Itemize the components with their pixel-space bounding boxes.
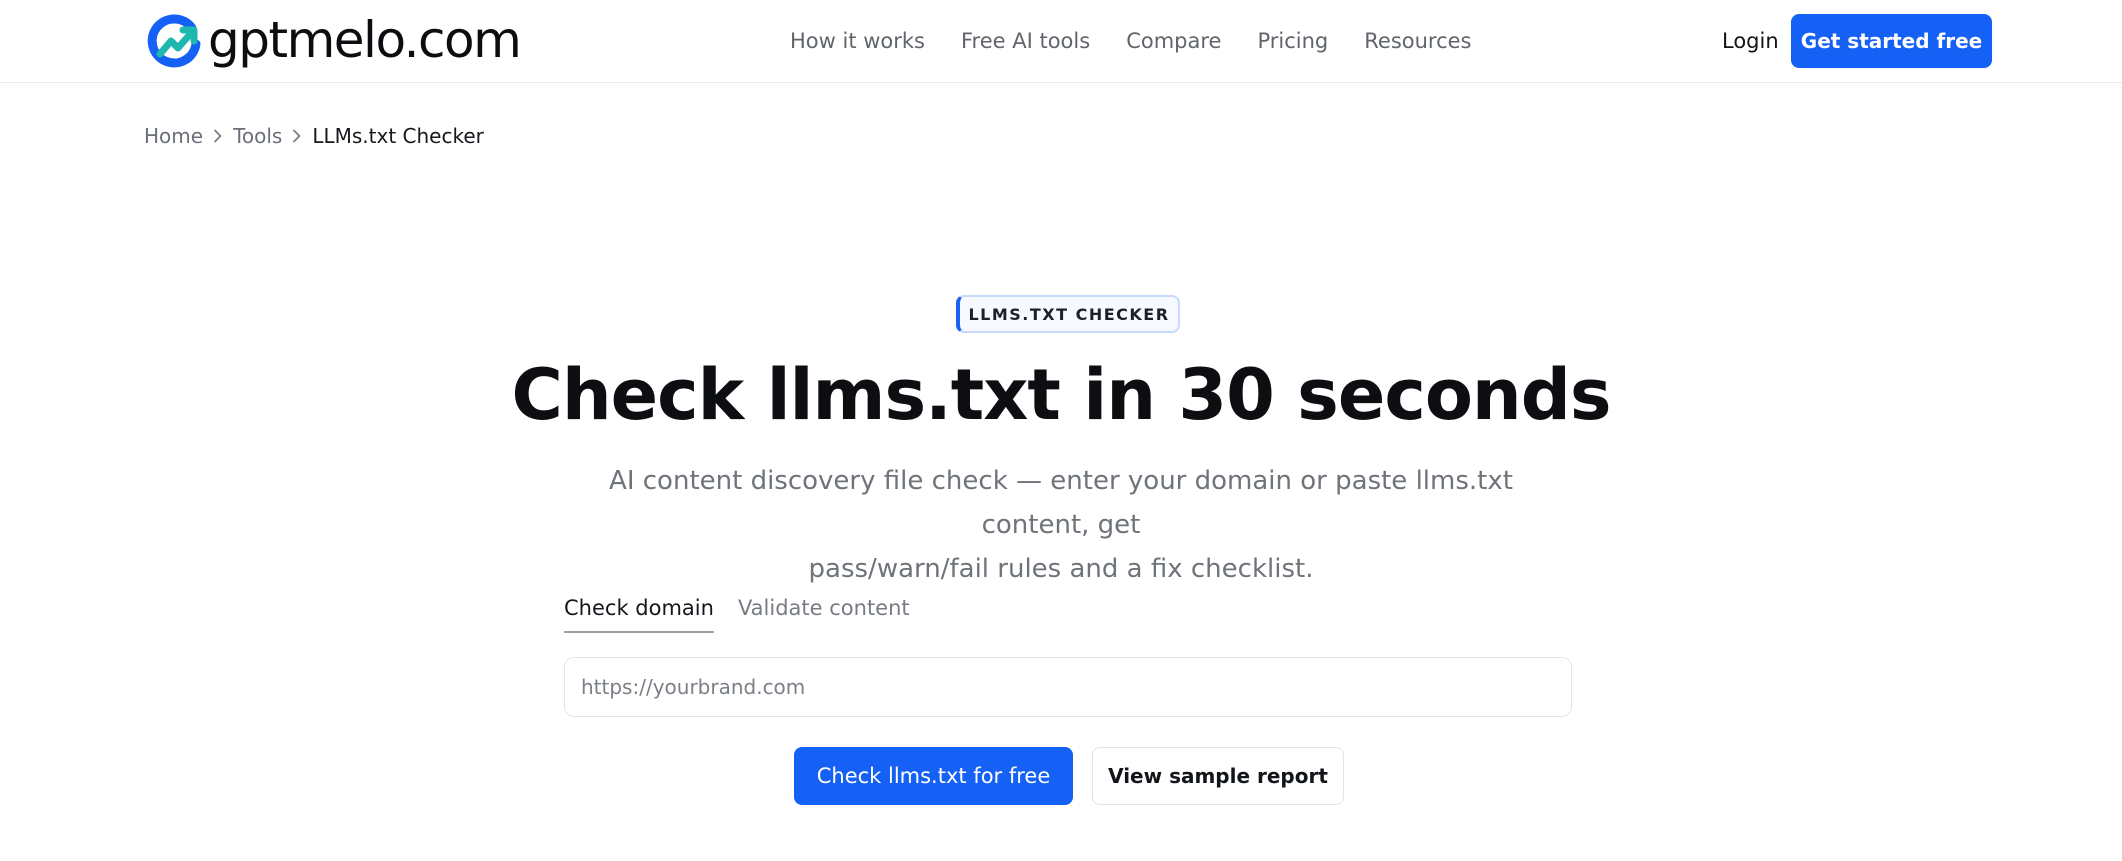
subtitle-line-2: pass/warn/fail rules and a fix checklist… [808,554,1314,584]
chevron-right-icon [203,129,233,143]
domain-url-input[interactable] [564,657,1572,717]
main-nav: How it works Free AI tools Compare Prici… [790,26,1508,56]
breadcrumb-tools[interactable]: Tools [233,121,282,151]
breadcrumb-home[interactable]: Home [144,121,203,151]
nav-resources[interactable]: Resources [1364,26,1471,56]
view-sample-report-button[interactable]: View sample report [1092,747,1344,805]
logo-g-arrow-icon [147,14,201,68]
brand-name: gptmelo.com [208,11,522,69]
site-header: gptmelo.com How it works Free AI tools C… [0,0,2122,83]
login-link[interactable]: Login [1722,26,1779,56]
breadcrumb-current: LLMs.txt Checker [312,124,484,148]
get-started-button[interactable]: Get started free [1791,14,1992,68]
tab-check-domain[interactable]: Check domain [564,593,714,633]
nav-pricing[interactable]: Pricing [1257,26,1328,56]
tab-validate-content[interactable]: Validate content [738,593,910,633]
breadcrumb: Home Tools LLMs.txt Checker [144,121,484,151]
subtitle-line-1: AI content discovery file check — enter … [609,466,1513,540]
check-mode-tabs: Check domain Validate content [564,593,934,633]
check-llms-button[interactable]: Check llms.txt for free [794,747,1073,805]
brand-logo[interactable]: gptmelo.com [144,11,522,69]
page-subtitle: AI content discovery file check — enter … [561,459,1561,591]
chevron-right-icon [282,129,312,143]
nav-free-ai-tools[interactable]: Free AI tools [961,26,1090,56]
tool-badge: LLMS.TXT CHECKER [956,295,1180,333]
page-title: Check llms.txt in 30 seconds [511,354,1611,436]
nav-how-it-works[interactable]: How it works [790,26,925,56]
nav-compare[interactable]: Compare [1126,26,1221,56]
